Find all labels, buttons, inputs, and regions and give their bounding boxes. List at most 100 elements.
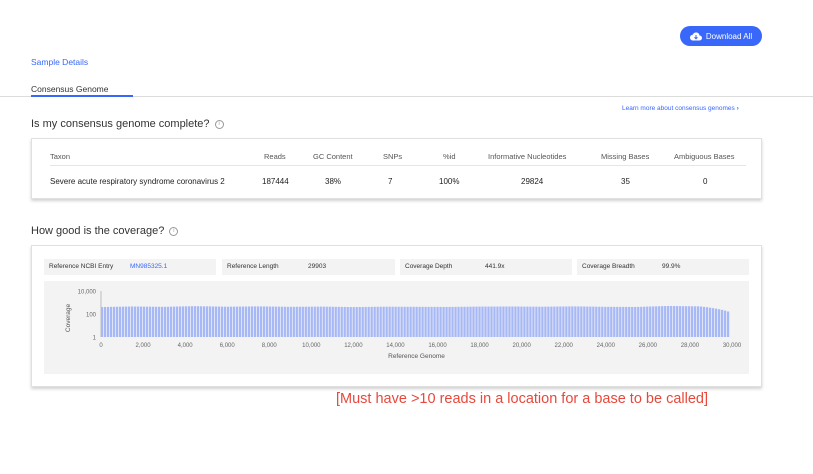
coverage-bar xyxy=(577,306,580,337)
coverage-bar xyxy=(517,306,520,337)
coverage-bar xyxy=(544,306,547,337)
coverage-bar xyxy=(595,306,598,337)
download-all-button[interactable]: Download All xyxy=(680,26,762,46)
coverage-bar xyxy=(238,306,242,337)
coverage-bar xyxy=(499,306,502,337)
coverage-chart-panel: 1 100 10,000 0 2,000 4,000 6,000 8,000 10,000 12,… xyxy=(44,281,749,374)
learn-more-link[interactable]: Learn more about consensus genomes › xyxy=(622,105,739,112)
column-header-snps: SNPs xyxy=(383,152,403,161)
coverage-bar xyxy=(265,306,268,337)
coverage-chart[interactable]: 1 100 10,000 0 2,000 4,000 6,000 8,000 10,000 12,… xyxy=(44,281,749,374)
cell-missing-bases: 35 xyxy=(621,177,630,186)
coverage-bar xyxy=(349,307,352,337)
coverage-bar xyxy=(523,306,526,337)
coverage-bar xyxy=(616,306,619,337)
coverage-bar xyxy=(337,306,340,337)
coverage-bar xyxy=(370,306,373,337)
coverage-bar xyxy=(262,306,265,337)
info-icon[interactable]: i xyxy=(214,120,224,129)
coverage-bar xyxy=(367,306,370,337)
x-tick-label: 6,000 xyxy=(220,343,236,349)
coverage-bar xyxy=(217,306,221,337)
coverage-bar xyxy=(151,306,155,337)
coverage-bar xyxy=(694,306,697,337)
coverage-bar xyxy=(104,306,107,337)
coverage-bar xyxy=(430,306,433,337)
coverage-bar xyxy=(118,306,122,337)
coverage-bar xyxy=(637,306,640,337)
coverage-bar xyxy=(610,306,613,337)
coverage-bar xyxy=(436,306,439,337)
coverage-bar xyxy=(520,306,523,337)
coverage-bar xyxy=(343,306,346,337)
coverage-bar xyxy=(589,306,592,337)
column-header-gc-content: GC Content xyxy=(313,152,353,161)
info-icon[interactable]: i xyxy=(169,227,179,236)
cloud-download-icon xyxy=(689,31,702,41)
coverage-bar xyxy=(670,306,673,337)
coverage-bar xyxy=(481,306,484,337)
coverage-depth-label: Coverage Depth xyxy=(405,263,453,270)
coverage-title-text: How good is the coverage? xyxy=(31,225,165,237)
coverage-bar xyxy=(676,306,679,337)
x-tick-label: 14,000 xyxy=(386,343,405,349)
coverage-bar xyxy=(292,306,295,337)
x-tick-label: 8,000 xyxy=(262,343,278,349)
x-tick-label: 20,000 xyxy=(512,343,531,349)
coverage-bar xyxy=(625,306,628,337)
coverage-bar xyxy=(484,306,487,337)
coverage-bar xyxy=(178,306,182,337)
coverage-depth-value: 441.9x xyxy=(485,263,505,270)
reference-entry-link[interactable]: MN985325.1 xyxy=(130,263,167,270)
y-tick-label: 1 xyxy=(93,336,97,342)
coverage-bar xyxy=(175,306,179,337)
coverage-bar xyxy=(214,306,218,337)
coverage-bar xyxy=(130,306,134,337)
coverage-bar xyxy=(277,306,280,337)
x-tick-label: 10,000 xyxy=(302,343,321,349)
coverage-bar xyxy=(241,306,245,337)
tab-consensus-genome[interactable]: Consensus Genome xyxy=(31,84,109,94)
coverage-bar xyxy=(139,306,143,337)
coverage-bar xyxy=(184,306,188,337)
learn-more-label: Learn more about consensus genomes xyxy=(622,105,735,112)
coverage-bar xyxy=(172,306,176,337)
coverage-bar xyxy=(364,306,367,337)
coverage-bar xyxy=(148,306,152,337)
x-tick-label: 16,000 xyxy=(428,343,447,349)
coverage-bar xyxy=(280,306,283,337)
coverage-bar xyxy=(547,306,550,337)
reference-entry-label: Reference NCBI Entry xyxy=(49,263,114,270)
coverage-bar xyxy=(682,306,685,337)
coverage-bar xyxy=(244,306,248,337)
coverage-bar xyxy=(409,306,412,337)
coverage-bar xyxy=(451,306,454,337)
coverage-bar xyxy=(613,306,616,337)
column-header-informative-nucleotides: Informative Nucleotides xyxy=(488,152,567,161)
reference-length-value: 29903 xyxy=(308,263,327,270)
active-tab-indicator xyxy=(31,95,133,97)
coverage-bar xyxy=(679,306,682,337)
coverage-bar xyxy=(331,306,334,337)
coverage-bar xyxy=(313,306,316,337)
coverage-bar xyxy=(463,306,466,337)
coverage-bar xyxy=(376,306,379,337)
coverage-bar xyxy=(448,306,451,337)
coverage-depth-box: Coverage Depth 441.9x xyxy=(400,259,572,275)
coverage-bar xyxy=(424,306,427,337)
coverage-bar xyxy=(187,306,191,337)
coverage-bar xyxy=(532,306,535,337)
coverage-bar xyxy=(310,306,313,337)
coverage-bar xyxy=(289,306,292,337)
coverage-bar xyxy=(274,306,277,337)
coverage-bar xyxy=(427,306,430,337)
sample-details-link[interactable]: Sample Details xyxy=(31,57,88,67)
coverage-bar xyxy=(355,307,358,337)
coverage-bar xyxy=(559,306,562,337)
coverage-bar xyxy=(283,306,286,337)
coverage-bar xyxy=(268,306,271,337)
coverage-bar xyxy=(223,306,227,337)
coverage-bar xyxy=(505,306,508,337)
coverage-bar xyxy=(574,306,577,337)
coverage-bar xyxy=(634,306,637,337)
